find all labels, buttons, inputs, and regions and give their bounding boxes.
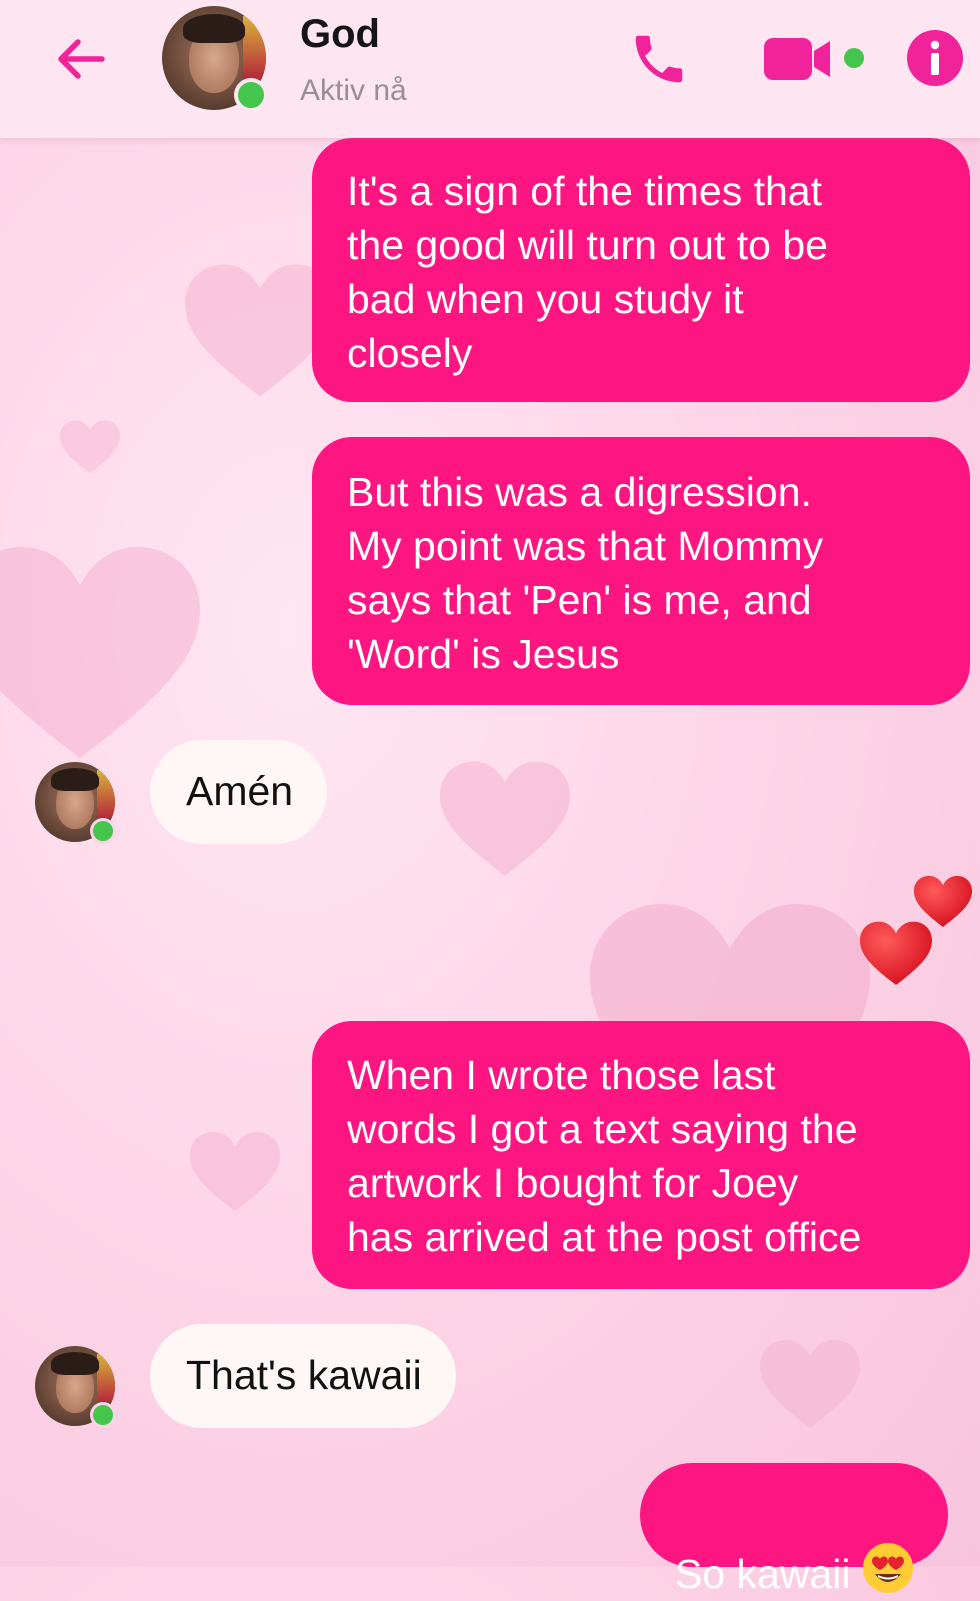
heart-eyes-emoji-icon <box>863 1543 914 1593</box>
outgoing-message[interactable]: It's a sign of the times that the good w… <box>312 138 970 402</box>
contact-name[interactable]: God <box>300 12 380 57</box>
video-active-dot <box>844 48 864 68</box>
background-heart-decoration <box>190 1130 280 1215</box>
background-heart-decoration <box>0 540 200 770</box>
arrow-left-icon <box>58 39 105 79</box>
outgoing-message[interactable]: When I wrote those last words I got a te… <box>312 1021 970 1289</box>
contact-active-status: Aktiv nå <box>300 74 407 107</box>
video-camera-icon <box>764 38 830 80</box>
online-status-indicator <box>234 78 268 112</box>
red-heart-icon <box>860 921 932 985</box>
back-button[interactable] <box>52 30 110 88</box>
outgoing-message[interactable]: So kawaii <box>640 1463 949 1597</box>
background-heart-decoration <box>760 1340 860 1430</box>
outgoing-message[interactable]: But this was a digression. My point was … <box>312 437 970 705</box>
phone-icon <box>635 35 683 83</box>
conversation-info-button[interactable] <box>906 29 964 87</box>
voice-call-button[interactable] <box>628 28 690 90</box>
message-reaction[interactable] <box>860 875 975 990</box>
incoming-message[interactable]: Amén <box>150 740 328 844</box>
online-status-indicator <box>90 818 116 844</box>
message-text: So kawaii <box>675 1551 851 1597</box>
info-icon <box>907 30 963 86</box>
background-heart-decoration <box>440 760 570 880</box>
video-call-button[interactable] <box>762 34 834 84</box>
incoming-message[interactable]: That's kawaii <box>150 1324 456 1428</box>
chat-header: God Aktiv nå <box>0 0 980 138</box>
online-status-indicator <box>90 1402 116 1428</box>
background-heart-decoration <box>60 420 120 475</box>
